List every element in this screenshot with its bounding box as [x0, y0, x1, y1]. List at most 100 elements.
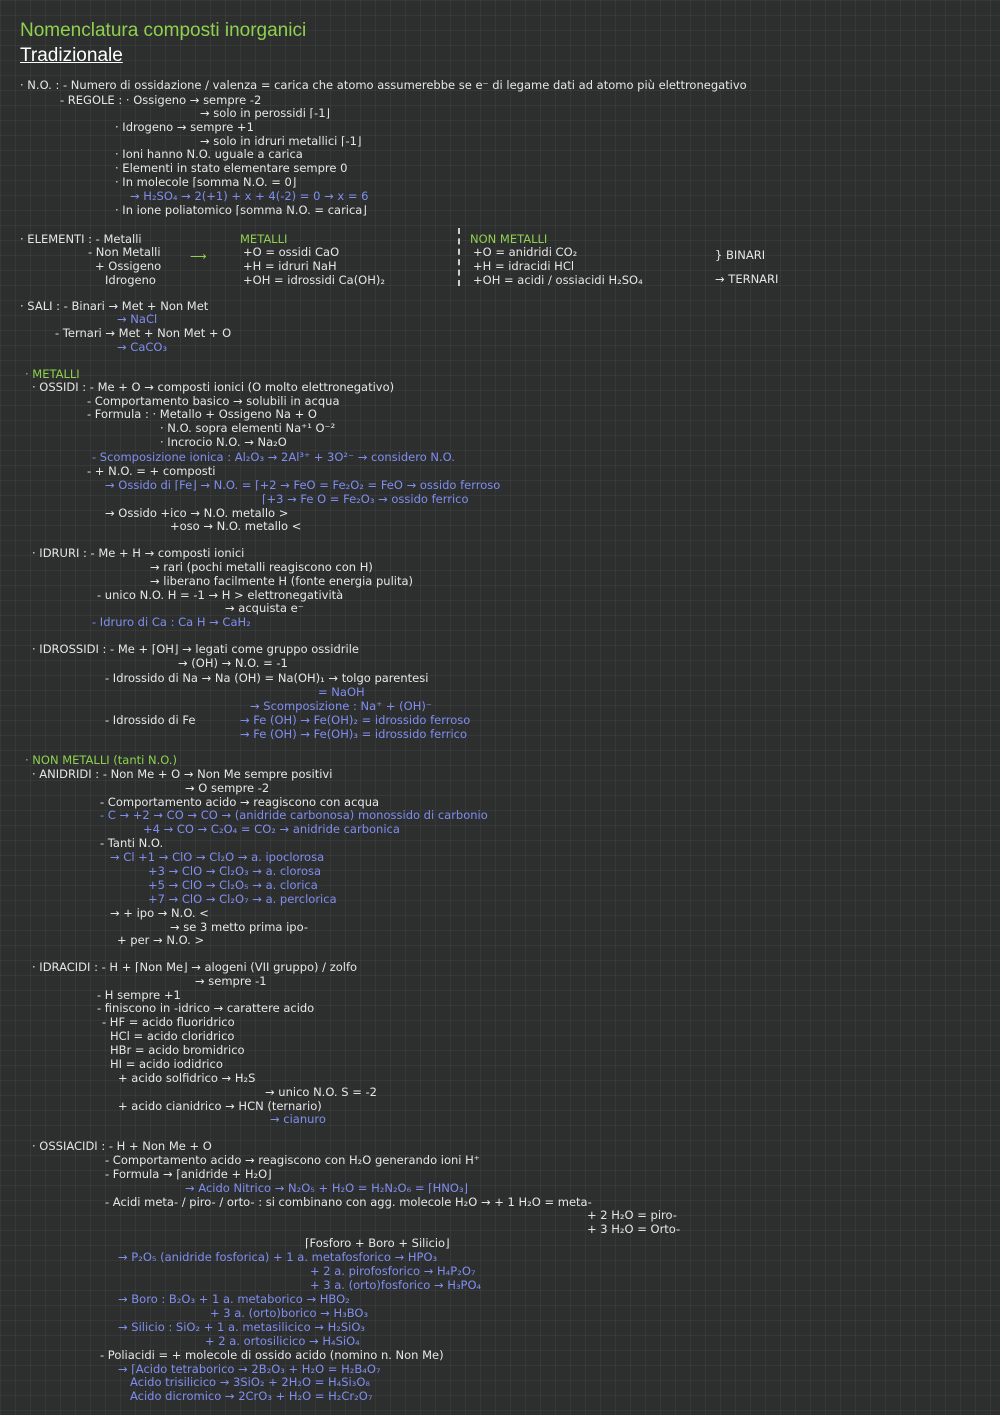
note-line: - Idrossido di Fe [105, 713, 196, 727]
note-line: + 3 a. (orto)fosforico → H₃PO₄ [310, 1278, 482, 1292]
note-line: → unico N.O. S = -2 [265, 1085, 377, 1099]
note-line: - Ternari → Met + Non Met + O [55, 326, 232, 340]
note-line: → ⌈Acido tetraborico → 2B₂O₃ + H₂O = H₂B… [118, 1362, 381, 1376]
note-line: → acquista e⁻ [225, 601, 304, 615]
note-line: → (OH) → N.O. = -1 [178, 656, 288, 670]
note-line: · N.O. : - Numero di ossidazione / valen… [20, 78, 747, 92]
note-line: → Fe (OH) → Fe(OH)₂ = idrossido ferroso [240, 713, 471, 727]
note-line: - Non Metalli [88, 245, 161, 259]
note-line: - C → +2 → CO → CO → (anidride carbonosa… [100, 808, 488, 822]
note-line: + per → N.O. > [117, 933, 205, 947]
note-line: → solo in perossidi ⌈-1⌋ [200, 106, 330, 120]
note-line: + 2 H₂O = piro- [587, 1208, 677, 1222]
note-line: · OSSIACIDI : - H + Non Me + O [32, 1139, 212, 1153]
note-line: · ANIDRIDI : - Non Me + O → Non Me sempr… [32, 767, 333, 781]
note-line: HCl = acido cloridrico [110, 1029, 235, 1043]
note-line: } BINARI [715, 248, 766, 262]
note-line: · N.O. sopra elementi Na⁺¹ O⁻² [160, 421, 336, 435]
note-line: → Ossido +ico → N.O. metallo > [105, 506, 289, 520]
note-line: Idrogeno [105, 273, 156, 287]
note-line: · OSSIDI : - Me + O → composti ionici (O… [32, 380, 395, 394]
note-line: - Acidi meta- / piro- / orto- : si combi… [105, 1195, 592, 1209]
note-line: - H sempre +1 [97, 988, 181, 1002]
note-line: → + ipo → N.O. < [110, 906, 209, 920]
note-line: + 3 H₂O = Orto- [587, 1222, 681, 1236]
note-line: → Boro : B₂O₃ + 1 a. metaborico → HBO₂ [118, 1292, 350, 1306]
note-line: → H₂SO₄ → 2(+1) + x + 4(-2) = 0 → x = 6 [130, 189, 369, 203]
note-line: ⌈Fosforo + Boro + Silicio⌋ [305, 1236, 450, 1250]
note-line: · Idrogeno → sempre +1 [115, 120, 254, 134]
note-line: HBr = acido bromidrico [110, 1043, 245, 1057]
note-line: - Tanti N.O. [100, 836, 164, 850]
note-line: → sempre -1 [195, 974, 267, 988]
note-line: · In molecole ⌈somma N.O. = 0⌋ [115, 175, 297, 189]
note-line: · NON METALLI (tanti N.O.) [25, 753, 177, 767]
note-line: - Idrossido di Na → Na (OH) = Na(OH)₁ → … [105, 671, 429, 685]
note-line: +5 → ClO → Cl₂O₅ → a. clorica [148, 878, 318, 892]
note-line: + 2 a. ortosilicico → H₄SiO₄ [205, 1334, 360, 1348]
note-line: +H = idracidi HCl [473, 259, 575, 273]
note-line: → Silicio : SiO₂ + 1 a. metasilicico → H… [118, 1320, 365, 1334]
note-line: Acido dicromico → 2CrO₃ + H₂O = H₂Cr₂O₇ [130, 1389, 373, 1403]
note-line: = NaOH [318, 685, 365, 699]
note-line: METALLI [240, 232, 288, 246]
page-title: Nomenclatura composti inorganici [20, 20, 307, 41]
note-line: → Cl +1 → ClO → Cl₂O → a. ipoclorosa [110, 850, 325, 864]
note-line: + acido cianidrico → HCN (ternario) [118, 1099, 322, 1113]
note-line: - REGOLE : · Ossigeno → sempre -2 [60, 93, 262, 107]
note-line: + Ossigeno [95, 259, 162, 273]
note-line: · ELEMENTI : - Metalli [20, 232, 142, 246]
page-subtitle: Tradizionale [20, 45, 123, 66]
note-line: +OH = acidi / ossiacidi H₂SO₄ [473, 273, 643, 287]
note-line: → Ossido di ⌈Fe⌋ → N.O. = ⌈+2 → FeO = Fe… [105, 478, 501, 492]
note-line: +H = idruri NaH [243, 259, 337, 273]
note-line: → CaCO₃ [117, 340, 168, 354]
note-line: + 2 a. pirofosforico → H₄P₂O₇ [310, 1264, 476, 1278]
note-line: - Scomposizione ionica : Al₂O₃ → 2Al³⁺ +… [92, 450, 455, 464]
note-line: · Ioni hanno N.O. uguale a carica [115, 147, 303, 161]
note-line: → TERNARI [715, 272, 779, 286]
note-line: - Comportamento acido → reagiscono con a… [100, 795, 380, 809]
note-line: → Scomposizione : Na⁺ + (OH)⁻ [250, 699, 432, 713]
note-line: +4 → CO → C₂O₄ = CO₂ → anidride carbonic… [143, 822, 400, 836]
note-line: + 3 a. (orto)borico → H₃BO₃ [210, 1306, 369, 1320]
note-line: → cianuro [270, 1112, 326, 1126]
note-line: +O = ossidi CaO [243, 245, 340, 259]
note-line: - Comportamento basico → solubili in acq… [87, 394, 340, 408]
note-line: - Idruro di Ca : Ca H → CaH₂ [92, 615, 251, 629]
dashed-separator [458, 228, 460, 286]
note-line: ⌈+3 → Fe O = Fe₂O₃ → ossido ferrico [262, 492, 469, 506]
note-line: → NaCl [117, 312, 158, 326]
note-line: · SALI : - Binari → Met + Non Met [20, 299, 209, 313]
note-line: - HF = acido fluoridrico [102, 1015, 235, 1029]
note-line: Acido trisilicico → 3SiO₂ + 2H₂O = H₄Si₃… [130, 1375, 371, 1389]
note-line: - Formula : · Metallo + Ossigeno Na + O [87, 407, 317, 421]
note-line: · METALLI [25, 367, 80, 381]
note-line: HI = acido iodidrico [110, 1057, 223, 1071]
note-line: +oso → N.O. metallo < [170, 519, 302, 533]
note-line: +3 → ClO → Cl₂O₃ → a. clorosa [148, 864, 322, 878]
note-line: ⟶ [190, 249, 207, 263]
note-line: → solo in idruri metallici ⌈-1⌋ [200, 134, 362, 148]
note-line: +7 → ClO → Cl₂O₇ → a. perclorica [148, 892, 337, 906]
note-line: NON METALLI [470, 232, 548, 246]
note-line: → O sempre -2 [185, 781, 270, 795]
note-line: - + N.O. = + composti [87, 464, 216, 478]
note-line: - finiscono in -idrico → carattere acido [97, 1001, 315, 1015]
note-line: → Acido Nitrico → N₂O₅ + H₂O = H₂N₂O₆ = … [185, 1181, 469, 1195]
note-line: + acido solfidrico → H₂S [118, 1071, 256, 1085]
note-line: - Formula → ⌈anidride + H₂O⌋ [105, 1167, 272, 1181]
note-line: - Poliacidi = + molecole di ossido acido… [100, 1348, 444, 1362]
note-line: · IDROSSIDI : - Me + ⌈OH⌋ → legati come … [32, 642, 359, 656]
note-line: · IDRURI : - Me + H → composti ionici [32, 546, 245, 560]
note-line: · In ione poliatomico ⌈somma N.O. = cari… [115, 203, 367, 217]
note-line: → se 3 metto prima ipo- [170, 920, 308, 934]
note-line: → Fe (OH) → Fe(OH)₃ = idrossido ferrico [240, 727, 468, 741]
note-line: - unico N.O. H = -1 → H > elettronegativ… [97, 588, 344, 602]
note-line: · IDRACIDI : - H + ⌈Non Me⌋ → alogeni (V… [32, 960, 358, 974]
note-line: · Elementi in stato elementare sempre 0 [115, 161, 348, 175]
note-line: → P₂O₅ (anidride fosforica) + 1 a. metaf… [118, 1250, 438, 1264]
note-line: → rari (pochi metalli reagiscono con H) [150, 560, 373, 574]
note-line: → liberano facilmente H (fonte energia p… [150, 574, 414, 588]
note-line: +O = anidridi CO₂ [473, 245, 578, 259]
